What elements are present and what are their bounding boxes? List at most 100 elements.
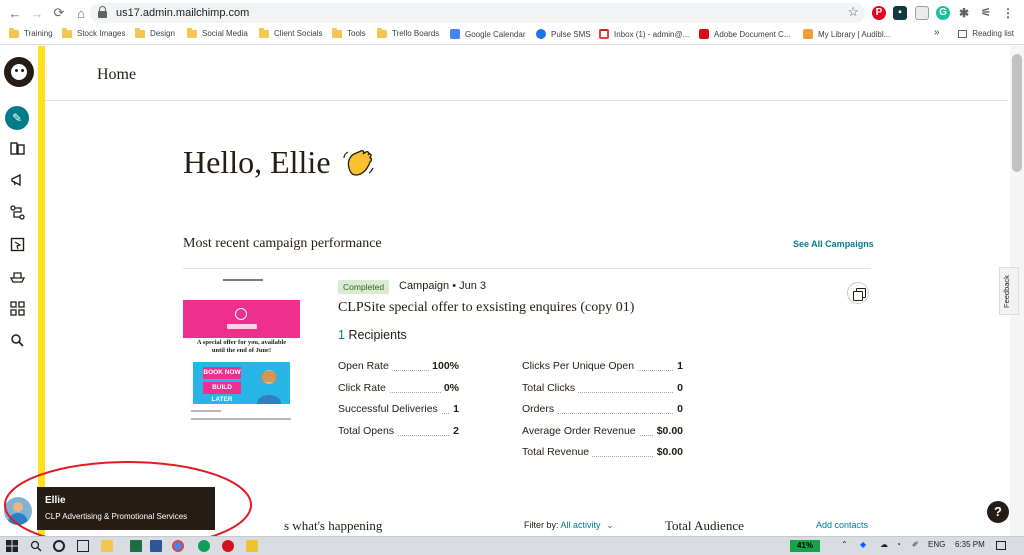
windows-start-icon[interactable] [6,540,18,552]
url-text[interactable]: us17.admin.mailchimp.com [116,7,249,19]
dropbox-icon[interactable]: ◆ [860,540,866,549]
megaphone-icon[interactable] [10,173,25,188]
notifications-icon[interactable] [996,541,1006,550]
create-pencil-icon[interactable]: ✎ [5,106,29,130]
campaign-name[interactable]: CLPSite special offer to exsisting enqui… [338,300,634,316]
thumbnail-promo-banner: BOOK NOW BUILD LATER [193,362,290,404]
stats-right: Clicks Per Unique Open 1 Total Clicks 0 Or… [522,360,683,468]
bookmark-stock-images[interactable]: Stock Images [62,27,125,38]
activity-filter[interactable]: Filter by: All activity ⌄ [524,520,614,531]
avatar[interactable] [4,497,32,525]
paint-icon[interactable] [246,540,258,552]
bookmarks-bar: Training Stock Images Design Social Medi… [0,26,1024,45]
reload-icon[interactable]: ⟳ [48,5,70,21]
bookmark-client-socials[interactable]: Client Socials [259,27,322,38]
status-badge: Completed [338,280,390,294]
bookmark-adobe[interactable]: Adobe Document C... [699,29,790,39]
bookmark-social-media[interactable]: Social Media [187,27,248,38]
task-view-icon[interactable] [77,540,89,552]
clp-logo-icon [235,308,247,320]
pulse-sms-icon [536,29,546,39]
campaign-thumbnail[interactable]: A special offer for you, available until… [183,278,300,438]
bookmark-google-calendar[interactable]: Google Calendar [450,29,525,39]
bookmark-trello-boards[interactable]: Trello Boards [377,27,439,38]
battery-indicator[interactable]: 41% [790,540,820,552]
bookmark-design[interactable]: Design [135,27,175,38]
home-icon[interactable]: ⌂ [70,6,92,21]
folder-icon [332,27,342,38]
bookmark-tools[interactable]: Tools [332,27,366,38]
chrome-icon[interactable] [172,540,184,552]
taskbar: 41% ⌃ ◆ ☁ ◔ ✐ ENG 6:35 PM [0,536,1024,555]
stat-value: 1 [450,403,459,415]
page-header: Home [45,46,1008,101]
file-explorer-icon[interactable] [101,540,113,552]
integrations-grid-icon[interactable] [10,301,25,316]
bookmark-star-icon[interactable]: ☆ [847,4,859,20]
address-bar[interactable]: us17.admin.mailchimp.com ☆ [90,3,865,23]
edge-icon[interactable] [198,540,210,552]
word-icon[interactable] [150,540,162,552]
chevron-up-icon[interactable]: ⌃ [841,540,848,549]
language-indicator[interactable]: ENG [928,540,945,549]
stat-value: 0% [440,381,459,394]
section-title: Most recent campaign performance [183,236,382,251]
extension-tools-icon[interactable]: ⚟ [979,6,993,20]
stat-row: Click Rate 0% [338,381,459,404]
stat-label: Orders [522,403,558,415]
recipients: 1 Recipients [338,328,407,342]
scrollbar-thumb[interactable] [1012,54,1022,172]
greeting: Hello, Ellie [183,144,375,181]
bookmarks-overflow[interactable]: » [934,27,940,38]
forward-icon[interactable]: → [26,6,48,21]
browser-menu-icon[interactable]: ⋮ [1001,6,1015,20]
bookmark-audible[interactable]: My Library | Audibl... [803,29,890,39]
onedrive-icon[interactable]: ☁ [880,540,888,549]
feedback-label: Feedback [1002,275,1011,308]
folder-icon [135,27,145,38]
stat-row: Orders 0 [522,403,683,425]
chevron-down-icon[interactable]: ⌄ [606,520,614,530]
see-all-campaigns-link[interactable]: See All Campaigns [793,239,874,249]
activity-heading: s what's happening [284,518,383,533]
search-icon[interactable] [30,540,42,552]
back-icon[interactable]: ← [4,6,26,21]
nav-accent-rail [38,46,45,536]
stat-value: 2 [450,424,459,437]
excel-icon[interactable] [130,540,142,552]
extension-pinterest-icon[interactable]: P [872,6,886,20]
recipients-count[interactable]: 1 [338,328,345,342]
extension-square-icon[interactable] [915,6,929,20]
stat-label: Total Revenue [522,446,593,458]
folder-icon [259,27,269,38]
extensions-puzzle-icon[interactable]: ✱ [957,6,971,20]
feedback-tab[interactable]: Feedback [999,267,1019,315]
help-button[interactable]: ? [987,501,1009,523]
automations-icon[interactable] [10,205,25,220]
reading-list[interactable]: Reading list [958,29,1014,38]
content-studio-icon[interactable] [10,269,25,284]
wifi-icon[interactable]: ◔ [896,540,901,549]
stat-row: Total Opens 2 [338,424,459,447]
search-icon[interactable] [10,333,25,348]
stats-left: Open Rate 100% Click Rate 0% Successful De… [338,360,459,446]
build-later-label: BUILD LATER [203,382,241,403]
extension-app-icon[interactable]: ▪ [893,6,907,20]
replicate-campaign-icon[interactable] [847,282,869,304]
divider [183,268,871,269]
pen-icon[interactable]: ✐ [912,540,919,549]
cortana-icon[interactable] [53,540,65,552]
extension-grammarly-icon[interactable]: G [936,6,950,20]
adobe-taskbar-icon[interactable] [222,540,234,552]
website-icon[interactable] [10,237,25,252]
filter-value[interactable]: All activity [561,520,601,530]
stat-label: Clicks Per Unique Open [522,360,638,372]
thumbnail-offer-text: A special offer for you, available until… [196,339,287,354]
bookmark-pulse-sms[interactable]: Pulse SMS [536,29,591,39]
clock[interactable]: 6:35 PM [955,540,985,549]
bookmark-inbox[interactable]: Inbox (1) - admin@... [599,29,689,39]
bookmark-training[interactable]: Training [9,27,53,38]
add-contacts-link[interactable]: Add contacts [816,520,868,530]
mailchimp-logo-icon[interactable] [4,57,34,87]
campaigns-icon[interactable] [10,141,25,156]
